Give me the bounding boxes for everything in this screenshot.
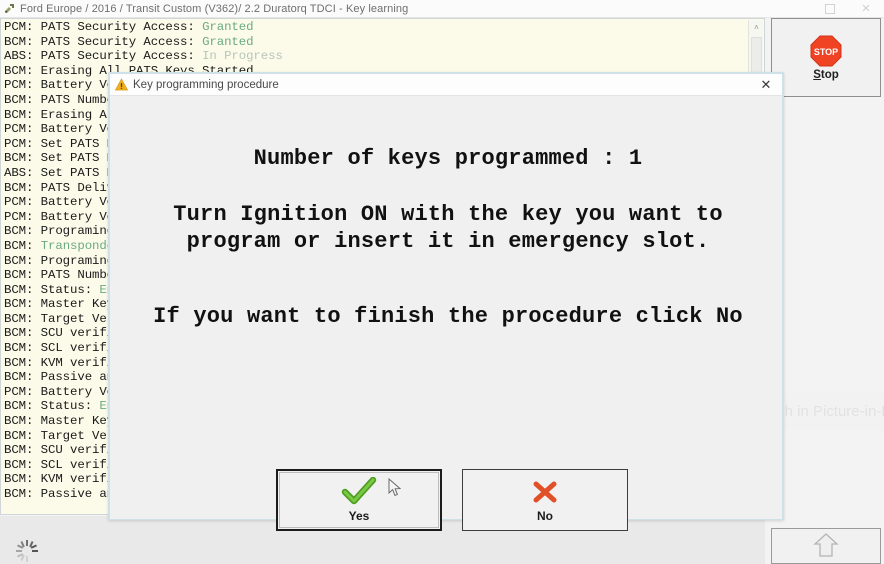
log-entry-text: BCM: PATS Delive [4, 180, 122, 195]
stop-button[interactable]: STOP Stop [771, 18, 881, 97]
log-entry-text: BCM: Passive ant [4, 487, 122, 501]
log-entry-text: BCM: PATS Number [4, 92, 122, 107]
log-entry-text: BCM: Status: [4, 399, 100, 414]
window-title: Ford Europe / 2016 / Transit Custom (V36… [20, 2, 409, 15]
window-titlebar: Ford Europe / 2016 / Transit Custom (V36… [0, 0, 884, 18]
log-entry-value: Granted [202, 34, 254, 49]
log-entry-text: BCM: PATS Number [4, 268, 122, 283]
log-entry-text: BCM: Erasing All [4, 107, 122, 122]
screen-root: Ford Europe / 2016 / Transit Custom (V36… [0, 0, 884, 564]
stop-sign-icon: STOP [809, 34, 843, 68]
dialog-button-row: Yes No [110, 469, 786, 535]
log-entry-text: BCM: SCL verifie [4, 457, 122, 472]
log-entry: BCM: PATS Security Access: Granted [4, 35, 749, 50]
instruction-line-2: program or insert it in emergency slot. [186, 229, 710, 254]
diagnostic-tool-icon [3, 2, 16, 15]
log-entry-text: PCM: Battery Vol [4, 209, 122, 224]
green-check-icon [339, 476, 379, 507]
loading-spinner [14, 540, 40, 564]
finish-hint-message: If you want to finish the procedure clic… [153, 304, 743, 329]
dialog-title: Key programming procedure [133, 78, 279, 91]
log-entry-text: BCM: Target Veri [4, 311, 122, 326]
stop-label-rest: top [820, 69, 839, 81]
log-entry-text: PCM: PATS Security Access: [4, 20, 203, 34]
red-cross-icon [525, 477, 565, 507]
log-entry-text: BCM: SCL verifie [4, 341, 122, 356]
log-entry-text: BCM: SCU verifie [4, 326, 122, 341]
log-entry: ABS: PATS Security Access: In Progress [4, 49, 749, 64]
maximize-button[interactable] [812, 0, 848, 17]
window-controls: ✕ [812, 0, 884, 17]
dialog-body: Number of keys programmed : 1 Turn Ignit… [110, 96, 782, 531]
dialog-close-button[interactable]: ✕ [753, 74, 779, 95]
no-button[interactable]: No [462, 469, 628, 531]
log-entry-text: PCM: Battery Vol [4, 384, 122, 399]
keys-programmed-message: Number of keys programmed : 1 [253, 146, 643, 171]
no-button-label: No [537, 509, 553, 523]
log-entry-value: In Progress [202, 49, 283, 64]
yes-button[interactable]: Yes [276, 469, 442, 531]
up-arrow-icon [811, 531, 841, 562]
log-entry-text: BCM: Programing [4, 224, 115, 239]
close-button[interactable]: ✕ [848, 0, 884, 17]
log-entry-text: PCM: Battery Vol [4, 195, 122, 210]
svg-text:STOP: STOP [814, 47, 838, 57]
log-entry-text: PCM: Set PATS De [4, 136, 122, 151]
close-icon: ✕ [861, 3, 871, 15]
maximize-icon [825, 3, 835, 14]
warning-triangle-icon [114, 78, 129, 91]
stop-button-label: Stop [813, 69, 839, 81]
dialog-titlebar: Key programming procedure ✕ [110, 74, 782, 96]
log-entry: PCM: PATS Security Access: Granted [4, 20, 749, 35]
instruction-line-1: Turn Ignition ON with the key you want t… [173, 202, 723, 227]
log-entry-text: BCM: KVM verifie [4, 472, 122, 487]
log-entry-text: BCM: Master Key [4, 414, 115, 429]
log-entry-text: BCM: Master Key [4, 297, 115, 312]
log-entry-text: BCM: Status: [4, 282, 100, 297]
log-entry-text: BCM: Programing [4, 253, 115, 268]
stop-mnemonic: S [813, 69, 821, 81]
right-toolbar: STOP Stop [771, 18, 884, 515]
scroll-up-arrow-icon[interactable]: ˄ [749, 20, 764, 35]
log-entry-text: BCM: SCU verifie [4, 443, 122, 458]
log-entry-text: BCM: KVM verifie [4, 355, 122, 370]
log-entry-value: Granted [202, 20, 254, 34]
log-entry-text: BCM: PATS Security Access: [4, 34, 203, 49]
instruction-message: Turn Ignition ON with the key you want t… [110, 201, 786, 255]
log-entry-text: PCM: Battery Vol [4, 122, 122, 137]
key-programming-dialog: Key programming procedure ✕ Number of ke… [108, 72, 784, 531]
close-icon: ✕ [760, 76, 772, 92]
log-entry-text: ABS: Set PATS De [4, 165, 122, 180]
yes-button-label: Yes [348, 509, 370, 523]
log-entry-text: ABS: PATS Security Access: [4, 49, 203, 64]
scroll-up-button[interactable] [771, 528, 881, 564]
log-entry-text: BCM: [4, 238, 41, 253]
log-entry-text: BCM: Passive ant [4, 370, 122, 385]
log-entry-text: BCM: Target Veri [4, 428, 122, 443]
log-entry-text: BCM: Set PATS De [4, 151, 122, 166]
